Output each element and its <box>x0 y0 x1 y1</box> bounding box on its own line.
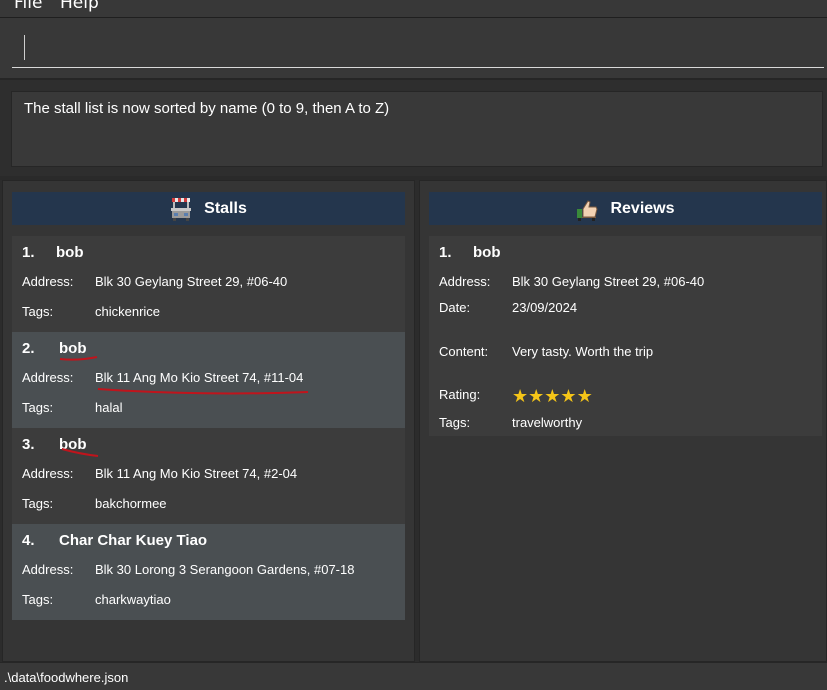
stall-name: bob <box>59 340 87 357</box>
command-input[interactable] <box>12 30 824 68</box>
stalls-title: Stalls <box>204 199 247 217</box>
tags-label: Tags: <box>22 304 54 319</box>
data-file-path: .\data\foodwhere.json <box>4 670 129 685</box>
stall-tags: chickenrice <box>95 304 161 319</box>
stall-address: Blk 30 Geylang Street 29, #06-40 <box>95 274 288 289</box>
stall-index: 2. <box>22 340 35 357</box>
star-icon: ★ <box>544 386 561 406</box>
rating-label: Rating: <box>439 387 481 402</box>
stall-card[interactable]: 3. bob Address: Blk 11 Ang Mo Kio Street… <box>12 428 405 524</box>
content-label: Content: <box>439 344 489 359</box>
stall-tags: halal <box>95 400 123 415</box>
tags-label: Tags: <box>22 592 54 607</box>
stall-index: 3. <box>22 436 35 453</box>
rating-stars: ★★★★★ <box>512 386 593 407</box>
stall-card[interactable]: 2. bob Address: Blk 11 Ang Mo Kio Street… <box>12 332 405 428</box>
stall-address: Blk 11 Ang Mo Kio Street 74, #2-04 <box>95 466 298 481</box>
menu-help[interactable]: Help <box>60 0 99 13</box>
stalls-header: Stalls <box>12 192 405 225</box>
text-caret <box>24 35 25 60</box>
reviews-header: Reviews <box>429 192 822 225</box>
date-label: Date: <box>439 300 471 315</box>
stall-tags: bakchormee <box>95 496 167 511</box>
tags-label: Tags: <box>22 496 54 511</box>
thumbs-up-icon <box>576 197 598 221</box>
review-card[interactable]: 1. bob Address: Blk 30 Geylang Street 29… <box>429 236 822 436</box>
stall-address: Blk 11 Ang Mo Kio Street 74, #11-04 <box>95 370 304 385</box>
review-stall-name: bob <box>473 244 501 261</box>
review-date: 23/09/2024 <box>512 300 578 315</box>
review-index: 1. <box>439 244 452 261</box>
address-label: Address: <box>22 562 74 577</box>
review-tags: travelworthy <box>512 415 583 430</box>
star-icon: ★ <box>512 386 529 406</box>
stall-index: 1. <box>22 244 35 261</box>
stall-card[interactable]: 4. Char Char Kuey Tiao Address: Blk 30 L… <box>12 524 405 620</box>
stall-tags: charkwaytiao <box>95 592 171 607</box>
stall-card[interactable]: 1. bob Address: Blk 30 Geylang Street 29… <box>12 236 405 332</box>
food-stall-icon <box>170 197 192 221</box>
review-content: Very tasty. Worth the trip <box>512 344 654 359</box>
stall-name: bob <box>56 244 84 261</box>
address-label: Address: <box>22 274 74 289</box>
result-message: The stall list is now sorted by name (0 … <box>24 100 390 117</box>
reviews-title: Reviews <box>610 199 675 217</box>
stall-name: Char Char Kuey Tiao <box>59 532 208 549</box>
address-label: Address: <box>22 466 74 481</box>
tags-label: Tags: <box>22 400 54 415</box>
star-icon: ★ <box>528 386 545 406</box>
status-bar: .\data\foodwhere.json <box>0 662 827 690</box>
stall-address: Blk 30 Lorong 3 Serangoon Gardens, #07-1… <box>95 562 355 577</box>
address-label: Address: <box>439 274 491 289</box>
menu-bar: File Help <box>0 0 827 18</box>
address-label: Address: <box>22 370 74 385</box>
review-address: Blk 30 Geylang Street 29, #06-40 <box>512 274 705 289</box>
menu-file[interactable]: File <box>14 0 42 13</box>
star-icon: ★ <box>576 386 593 406</box>
star-icon: ★ <box>560 386 577 406</box>
tags-label: Tags: <box>439 415 471 430</box>
stall-name: bob <box>59 436 87 453</box>
stall-index: 4. <box>22 532 35 549</box>
